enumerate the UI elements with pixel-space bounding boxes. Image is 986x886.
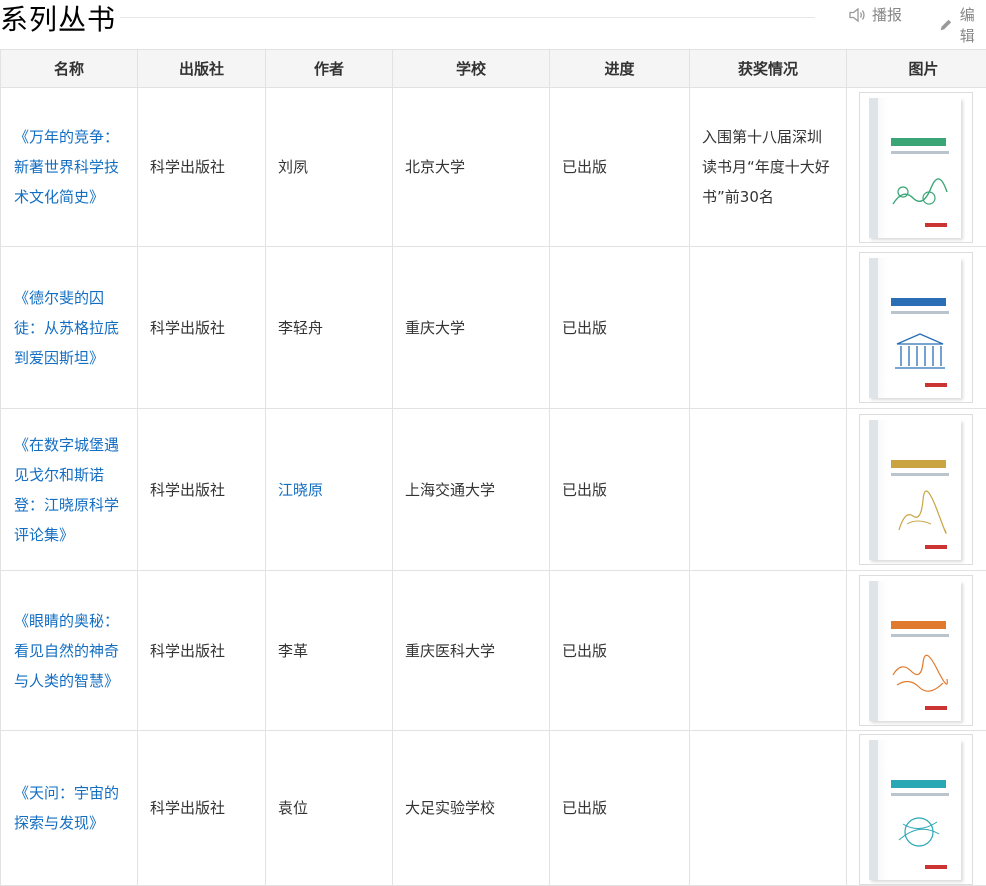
award-cell — [690, 731, 847, 886]
publisher-cell: 科学出版社 — [138, 731, 266, 886]
book-title-link[interactable]: 《在数字城堡遇见戈尔和斯诺登：江晓原科学评论集》 — [1, 409, 138, 571]
speaker-icon — [848, 6, 866, 24]
book-cover-image[interactable] — [859, 252, 973, 403]
progress-cell: 已出版 — [550, 409, 690, 571]
author-cell: 袁位 — [266, 731, 393, 886]
book-title-link[interactable]: 《德尔斐的囚徒：从苏格拉底到爱因斯坦》 — [1, 247, 138, 409]
school-cell: 重庆医科大学 — [393, 571, 550, 731]
book-cover-image[interactable] — [859, 92, 973, 243]
play-label: 播报 — [872, 4, 902, 25]
progress-cell: 已出版 — [550, 731, 690, 886]
book-cover-image[interactable] — [859, 575, 973, 726]
column-header-publisher: 出版社 — [138, 50, 266, 88]
section-header: 系列丛书 播报 编辑 — [0, 0, 986, 40]
image-cell — [847, 247, 986, 409]
column-header-image: 图片 — [847, 50, 986, 88]
school-cell: 北京大学 — [393, 88, 550, 247]
pencil-icon — [938, 16, 954, 34]
image-cell — [847, 409, 986, 571]
progress-cell: 已出版 — [550, 571, 690, 731]
table-row: 《德尔斐的囚徒：从苏格拉底到爱因斯坦》 科学出版社 李轻舟 重庆大学 已出版 — [1, 247, 986, 409]
column-header-progress: 进度 — [550, 50, 690, 88]
section-title: 系列丛书 — [0, 0, 116, 38]
table-row: 《万年的竞争：新著世界科学技术文化简史》 科学出版社 刘夙 北京大学 已出版 入… — [1, 88, 986, 247]
school-cell: 重庆大学 — [393, 247, 550, 409]
award-cell: 入围第十八届深圳读书月“年度十大好书”前30名 — [690, 88, 847, 247]
book-title-link[interactable]: 《眼睛的奥秘：看见自然的神奇与人类的智慧》 — [1, 571, 138, 731]
award-cell — [690, 247, 847, 409]
table-row: 《眼睛的奥秘：看见自然的神奇与人类的智慧》 科学出版社 李革 重庆医科大学 已出… — [1, 571, 986, 731]
school-cell: 大足实验学校 — [393, 731, 550, 886]
publisher-cell: 科学出版社 — [138, 247, 266, 409]
author-cell: 李轻舟 — [266, 247, 393, 409]
edit-button[interactable]: 编辑 — [938, 4, 986, 46]
book-title-link[interactable]: 《万年的竞争：新著世界科学技术文化简史》 — [1, 88, 138, 247]
publisher-cell: 科学出版社 — [138, 88, 266, 247]
award-cell — [690, 409, 847, 571]
edit-label: 编辑 — [960, 4, 986, 46]
book-series-table: 名称 出版社 作者 学校 进度 获奖情况 图片 《万年的竞争：新著世界科学技术文… — [0, 49, 986, 886]
author-cell: 刘夙 — [266, 88, 393, 247]
header-divider — [120, 17, 815, 18]
play-button[interactable]: 播报 — [848, 4, 902, 25]
column-header-author: 作者 — [266, 50, 393, 88]
image-cell — [847, 571, 986, 731]
column-header-school: 学校 — [393, 50, 550, 88]
school-cell: 上海交通大学 — [393, 409, 550, 571]
progress-cell: 已出版 — [550, 247, 690, 409]
table-row: 《在数字城堡遇见戈尔和斯诺登：江晓原科学评论集》 科学出版社 江晓原 上海交通大… — [1, 409, 986, 571]
book-title-link[interactable]: 《天问：宇宙的探索与发现》 — [1, 731, 138, 886]
column-header-award: 获奖情况 — [690, 50, 847, 88]
award-cell — [690, 571, 847, 731]
table-header-row: 名称 出版社 作者 学校 进度 获奖情况 图片 — [1, 50, 986, 88]
book-cover-image[interactable] — [859, 414, 973, 565]
column-header-name: 名称 — [1, 50, 138, 88]
table-row: 《天问：宇宙的探索与发现》 科学出版社 袁位 大足实验学校 已出版 — [1, 731, 986, 886]
image-cell — [847, 88, 986, 247]
publisher-cell: 科学出版社 — [138, 409, 266, 571]
image-cell — [847, 731, 986, 886]
author-link[interactable]: 江晓原 — [266, 409, 393, 571]
book-cover-image[interactable] — [859, 734, 973, 885]
author-cell: 李革 — [266, 571, 393, 731]
publisher-cell: 科学出版社 — [138, 571, 266, 731]
progress-cell: 已出版 — [550, 88, 690, 247]
